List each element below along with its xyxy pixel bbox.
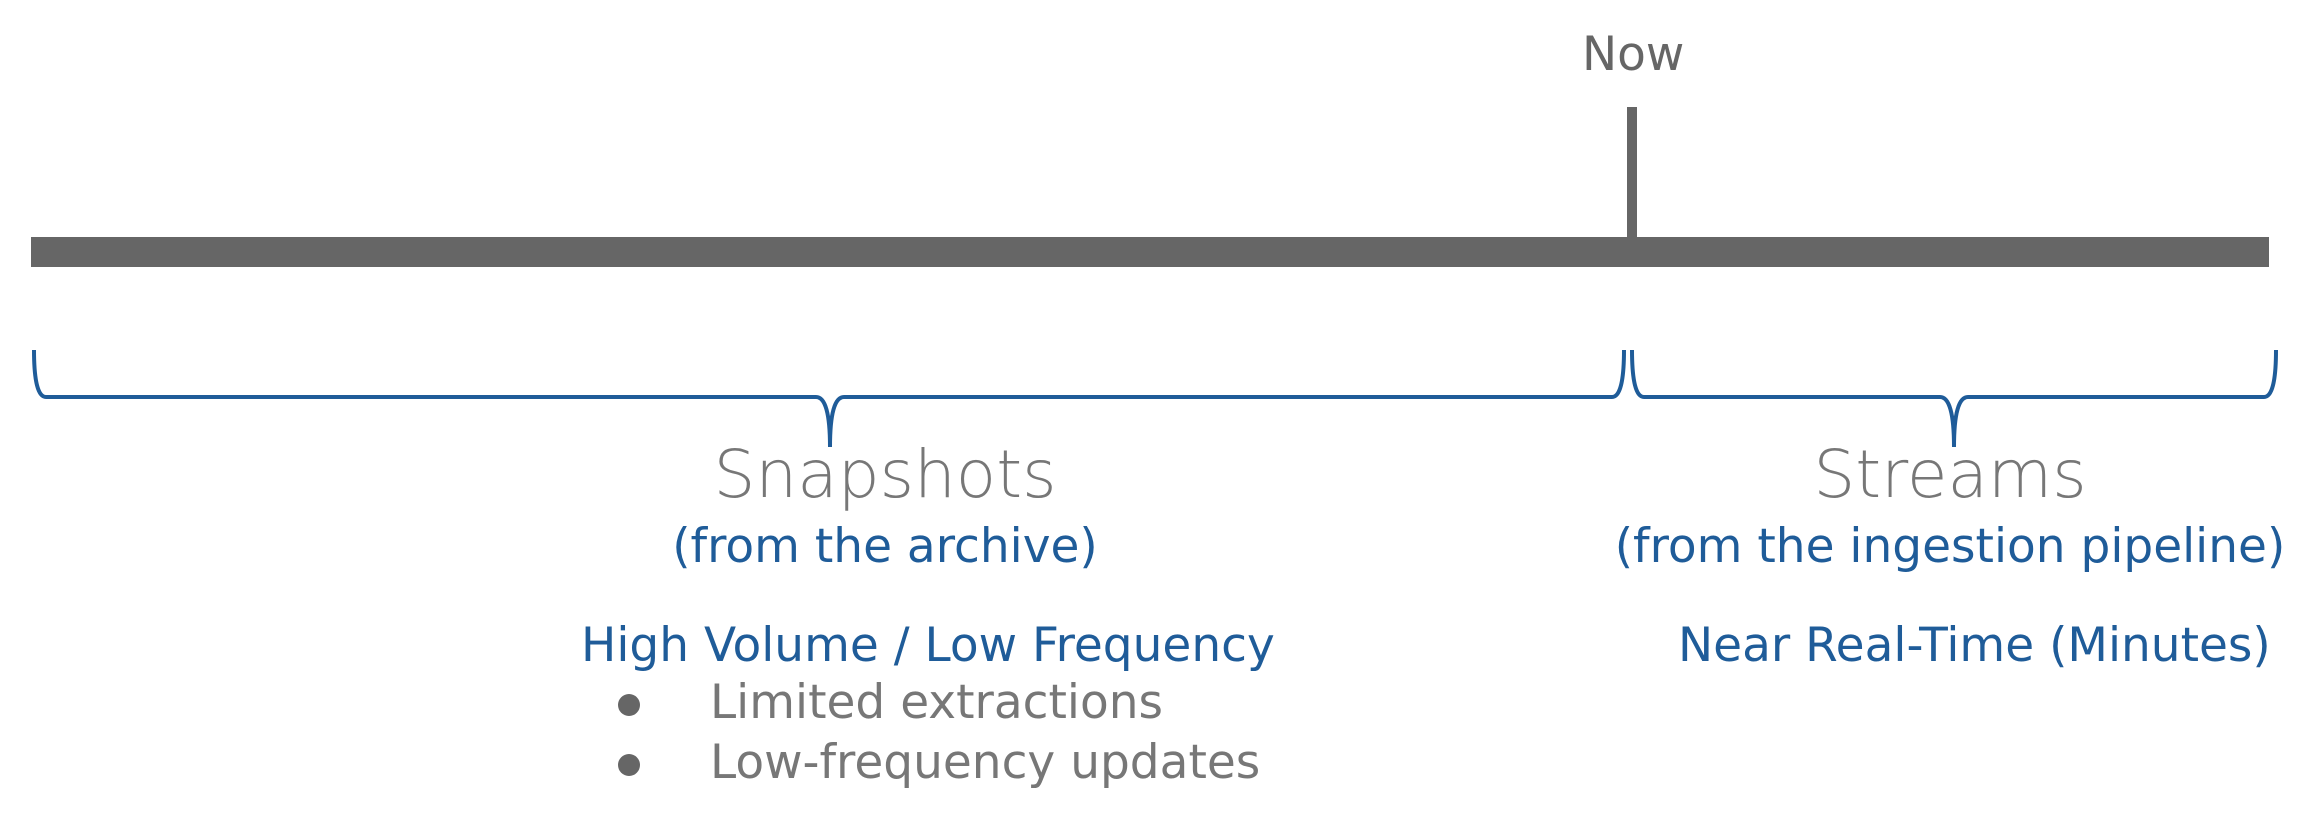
section-subtitle: (from the archive) bbox=[672, 519, 1098, 574]
snapshots-brace bbox=[32, 349, 1626, 448]
bullet-icon bbox=[618, 754, 640, 776]
bullet-icon bbox=[618, 694, 640, 716]
list-item: Limited extractions bbox=[610, 673, 1260, 733]
section-title: Streams bbox=[1813, 436, 2087, 513]
snapshots-heading: High Volume / Low Frequency bbox=[581, 618, 1275, 673]
list-item: Low-frequency updates bbox=[610, 733, 1260, 793]
bullet-text: Low-frequency updates bbox=[710, 735, 1261, 790]
bullet-text: Limited extractions bbox=[710, 675, 1164, 730]
streams-section: Streams (from the ingestion pipeline) bbox=[1600, 435, 2300, 579]
streams-brace bbox=[1630, 349, 2278, 448]
streams-heading: Near Real-Time (Minutes) bbox=[1678, 618, 2271, 673]
snapshots-section: Snapshots (from the archive) bbox=[585, 435, 1185, 579]
section-title: Snapshots bbox=[713, 436, 1057, 513]
snapshots-bullet-list: Limited extractions Low-frequency update… bbox=[610, 673, 1260, 793]
section-subtitle: (from the ingestion pipeline) bbox=[1614, 519, 2286, 574]
